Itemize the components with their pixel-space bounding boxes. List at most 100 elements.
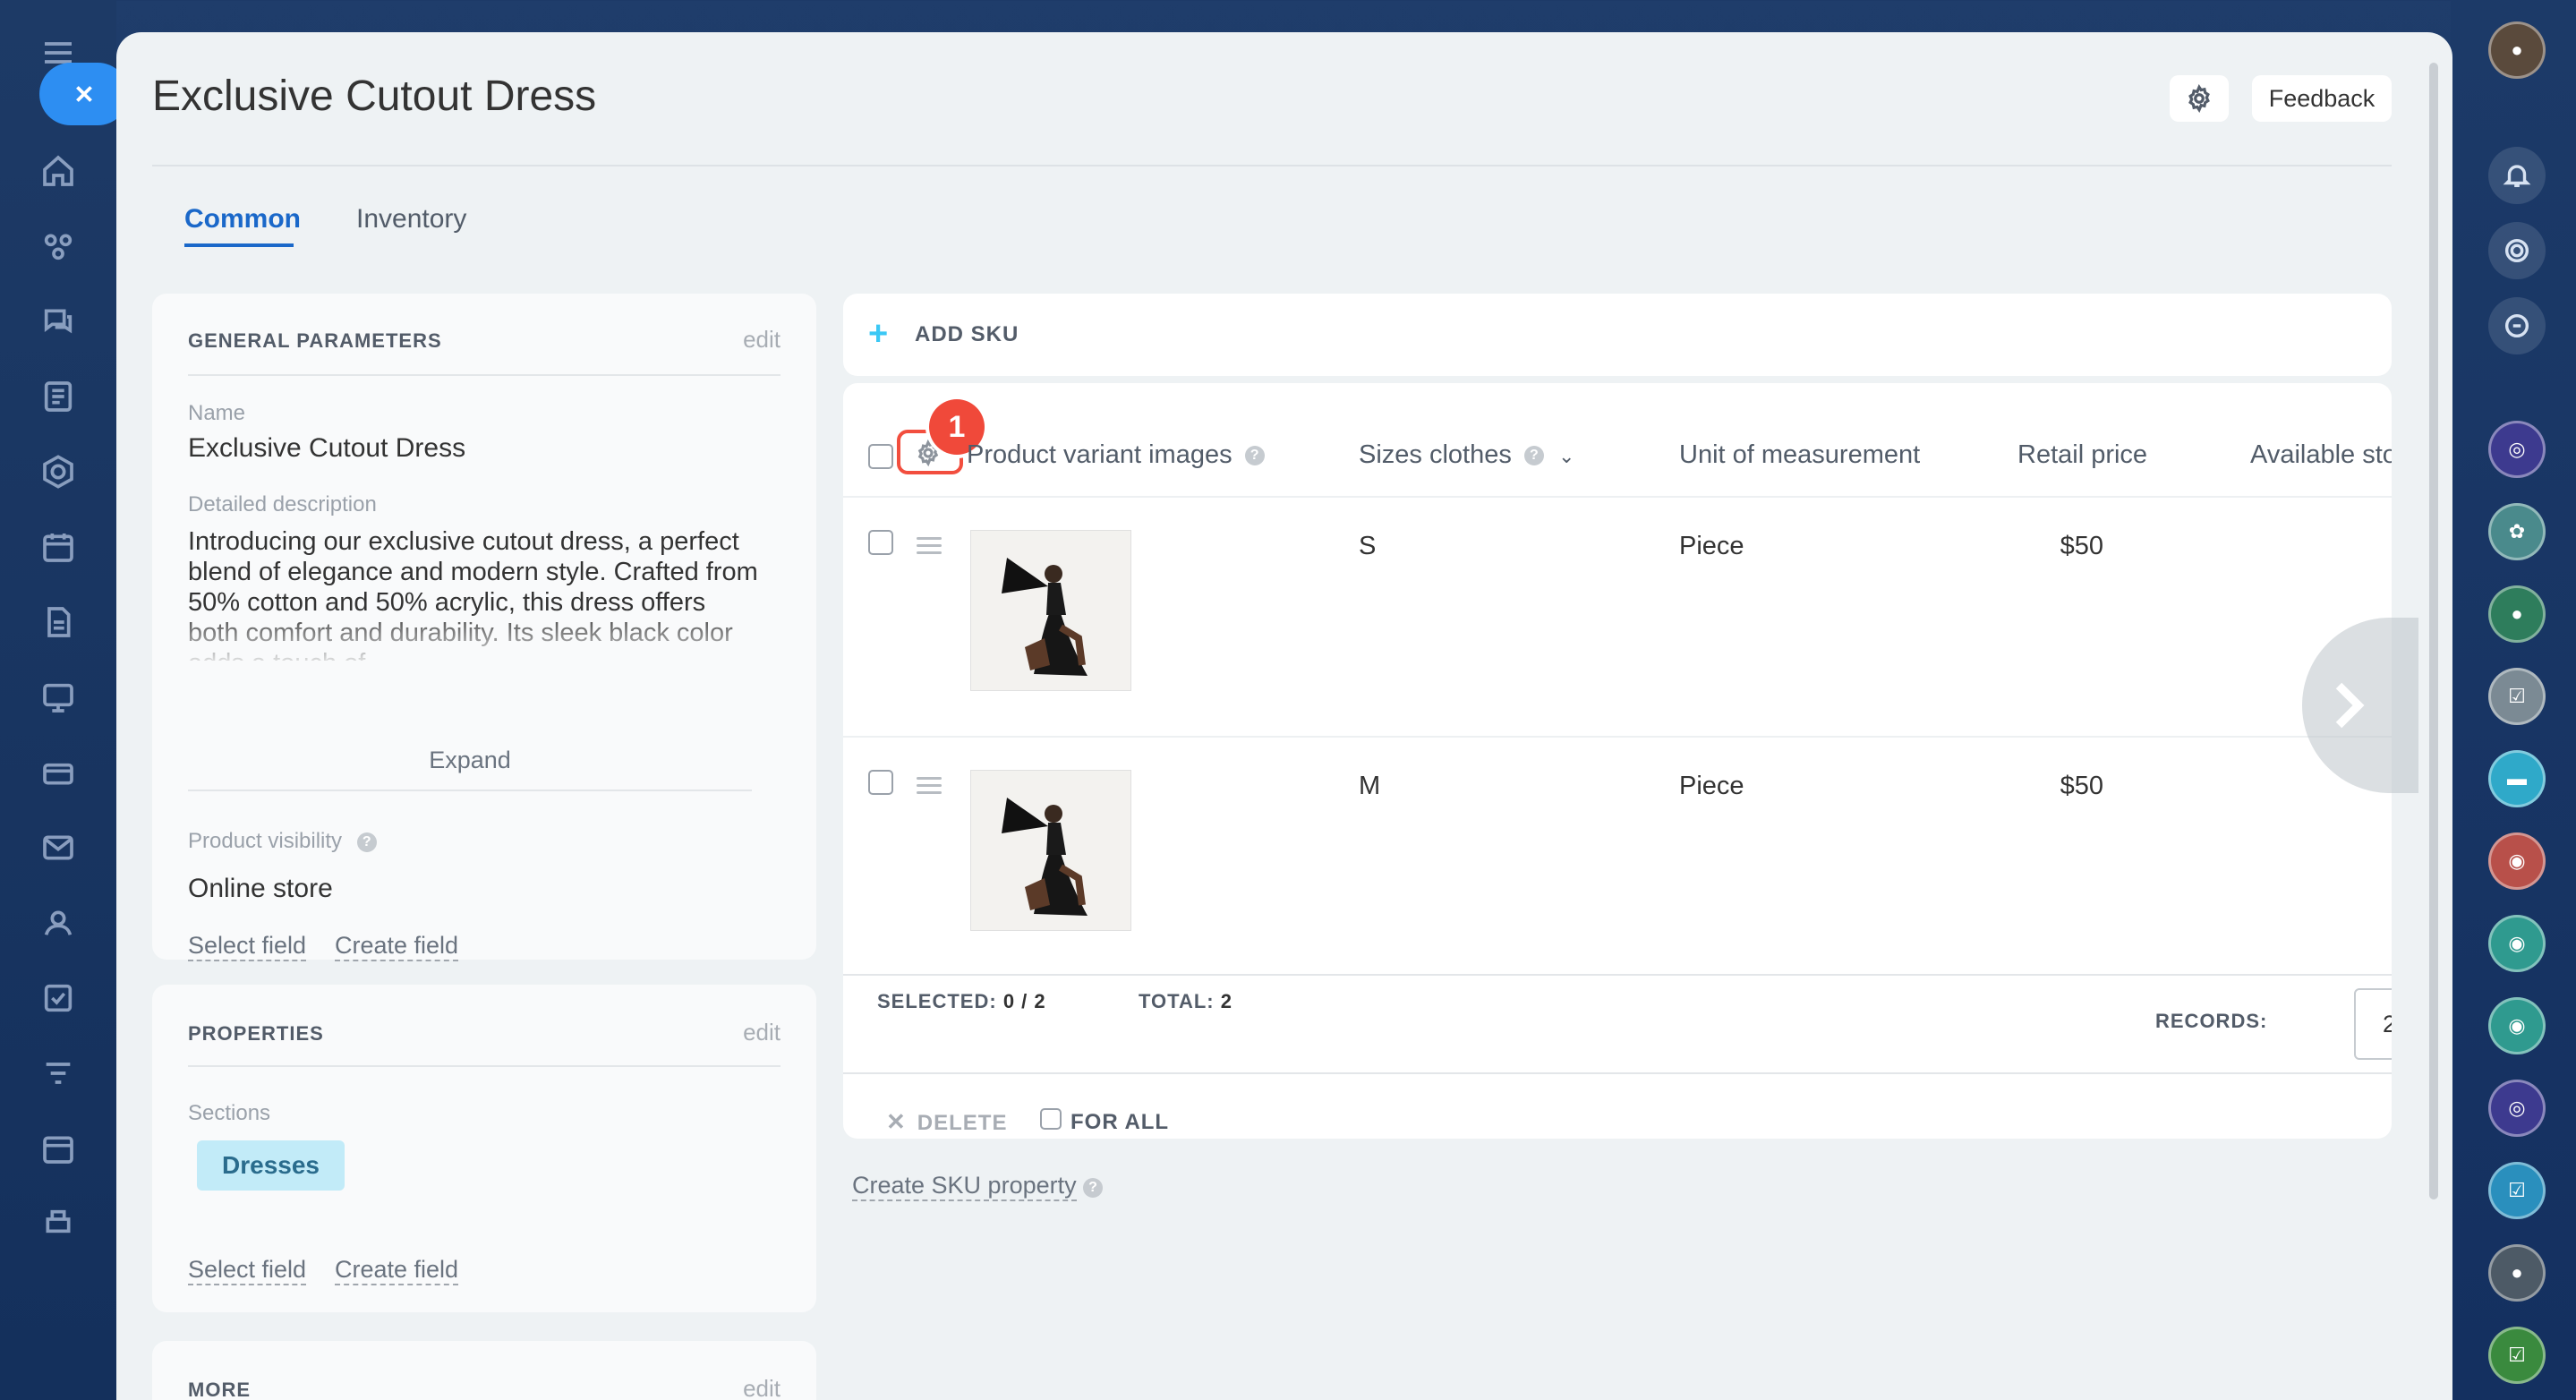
contact-avatar-2[interactable]: ✿ <box>2488 503 2546 560</box>
group-chat-avatar-1[interactable]: ▬ <box>2488 750 2546 807</box>
drag-handle-icon[interactable] <box>917 537 942 559</box>
size-cell[interactable]: S <box>1359 532 1376 561</box>
product-slider-panel: Exclusive Cutout Dress Feedback Common I… <box>116 32 2452 1400</box>
help-icon[interactable]: ? <box>1523 446 1544 466</box>
calendar-icon[interactable] <box>38 526 79 568</box>
filter-icon[interactable] <box>38 1053 79 1094</box>
documents-icon[interactable] <box>38 602 79 643</box>
help-icon[interactable]: ? <box>1244 446 1265 466</box>
price-cell[interactable]: $50 <box>1996 532 2103 561</box>
tasks-chat-avatar[interactable]: ☑ <box>2488 668 2546 725</box>
left-sidebar <box>0 0 129 1400</box>
column-header-images[interactable]: Product variant images ? <box>967 440 1265 470</box>
create-sku-property-label: Create SKU property <box>852 1172 1077 1199</box>
column-header-stock[interactable]: Available sto <box>2250 440 2392 470</box>
price-cell[interactable]: $50 <box>1996 772 2103 801</box>
unit-cell[interactable]: Piece <box>1679 532 1744 561</box>
user-avatar[interactable]: ● <box>2488 21 2546 79</box>
column-header-sizes[interactable]: Sizes clothes ? ⌄ <box>1359 440 1574 470</box>
row-checkbox[interactable] <box>868 530 893 555</box>
product-variant-image[interactable] <box>970 770 1131 931</box>
edit-link[interactable]: edit <box>743 1019 780 1046</box>
edit-link[interactable]: edit <box>743 326 780 354</box>
contact-avatar-5[interactable]: ● <box>2488 1244 2546 1302</box>
more-card: MORE edit <box>152 1341 816 1400</box>
records-label: RECORDS: <box>2155 1010 2268 1032</box>
settings-button[interactable] <box>2170 75 2229 122</box>
visibility-value[interactable]: Online store <box>188 874 333 904</box>
create-field-link[interactable]: Create field <box>335 931 459 961</box>
header-row-divider <box>843 496 2392 498</box>
notifications-icon[interactable] <box>2488 147 2546 204</box>
active-tab-indicator <box>184 243 294 247</box>
sku-table: 1 Product variant images ? Sizes clothes… <box>843 383 2392 1139</box>
dress-image <box>971 771 1130 930</box>
tasks-chat-avatar-2[interactable]: ☑ <box>2488 1162 2546 1219</box>
store-icon[interactable] <box>38 752 79 793</box>
close-slider-button[interactable] <box>39 63 129 125</box>
tasks-chat-avatar-3[interactable]: ☑ <box>2488 1327 2546 1384</box>
plus-icon[interactable]: + <box>868 315 888 354</box>
description-value[interactable]: Introducing our exclusive cutout dress, … <box>188 526 761 661</box>
contact-avatar-1[interactable]: ◎ <box>2488 421 2546 478</box>
visibility-label-text: Product visibility <box>188 829 343 853</box>
feedback-button[interactable]: Feedback <box>2252 75 2392 122</box>
name-value[interactable]: Exclusive Cutout Dress <box>188 433 465 464</box>
select-field-link[interactable]: Select field <box>188 931 307 961</box>
column-header-label: Sizes clothes <box>1359 440 1512 469</box>
activity-icon[interactable] <box>2488 222 2546 279</box>
printer-icon[interactable] <box>38 1203 79 1244</box>
select-field-link[interactable]: Select field <box>188 1255 307 1285</box>
expand-link[interactable]: Expand <box>188 747 752 774</box>
crm-icon[interactable] <box>38 226 79 267</box>
product-variant-image[interactable] <box>970 530 1131 691</box>
tab-common[interactable]: Common <box>184 204 301 235</box>
delete-button[interactable]: ✕ DELETE <box>886 1108 1007 1136</box>
panel-scrollbar[interactable] <box>2429 63 2438 1199</box>
search-chat-icon[interactable] <box>2488 297 2546 354</box>
contact-avatar-4[interactable]: ◎ <box>2488 1080 2546 1137</box>
tasks-icon[interactable] <box>38 977 79 1019</box>
help-icon[interactable]: ? <box>356 832 377 852</box>
group-chat-avatar-4[interactable]: ◉ <box>2488 997 2546 1054</box>
right-sidebar: ● ◎ ✿ ● ☑ ▬ ◉ ◉ ◉ ◎ ☑ ● ☑ <box>2451 0 2576 1400</box>
feed-icon[interactable] <box>38 376 79 417</box>
chevron-down-icon[interactable]: ⌄ <box>1558 445 1574 467</box>
select-all-checkbox[interactable] <box>868 444 893 469</box>
add-sku-button[interactable]: ADD SKU <box>915 322 1019 347</box>
mail-icon[interactable] <box>38 827 79 868</box>
sections-label: Sections <box>188 1101 271 1125</box>
total-value: 2 <box>1220 990 1233 1012</box>
column-header-unit[interactable]: Unit of measurement <box>1679 440 1920 470</box>
row-checkbox[interactable] <box>868 770 893 795</box>
contact-avatar-3[interactable]: ● <box>2488 585 2546 643</box>
board-icon[interactable] <box>38 677 79 718</box>
edit-link[interactable]: edit <box>743 1375 780 1400</box>
records-per-page-select[interactable]: 20 <box>2354 988 2392 1060</box>
drag-handle-icon[interactable] <box>917 777 942 798</box>
tab-inventory[interactable]: Inventory <box>356 204 466 235</box>
group-chat-avatar-2[interactable]: ◉ <box>2488 832 2546 890</box>
section-tag[interactable]: Dresses <box>197 1140 345 1191</box>
unit-cell[interactable]: Piece <box>1679 772 1744 801</box>
selected-label: SELECTED: <box>877 990 997 1012</box>
gear-icon <box>2188 84 2210 113</box>
size-cell[interactable]: M <box>1359 772 1380 801</box>
schedule-icon[interactable] <box>38 1128 79 1169</box>
add-sku-bar: + ADD SKU <box>843 294 2392 376</box>
create-field-link[interactable]: Create field <box>335 1255 459 1285</box>
close-icon: ✕ <box>886 1108 907 1135</box>
header-divider <box>152 165 2392 166</box>
home-icon[interactable] <box>38 150 79 192</box>
dress-image <box>971 531 1130 690</box>
properties-card: PROPERTIES edit Sections Dresses Select … <box>152 985 816 1312</box>
chat-icon[interactable] <box>38 301 79 342</box>
create-sku-property-link[interactable]: Create SKU property <box>852 1171 1077 1201</box>
group-chat-avatar-3[interactable]: ◉ <box>2488 915 2546 972</box>
column-header-price[interactable]: Retail price <box>2017 440 2147 470</box>
sites-icon[interactable] <box>38 451 79 492</box>
column-header-label: Product variant images <box>967 440 1233 469</box>
contacts-icon[interactable] <box>38 902 79 943</box>
help-icon[interactable]: ? <box>1083 1178 1103 1198</box>
for-all-checkbox[interactable] <box>1040 1108 1062 1130</box>
